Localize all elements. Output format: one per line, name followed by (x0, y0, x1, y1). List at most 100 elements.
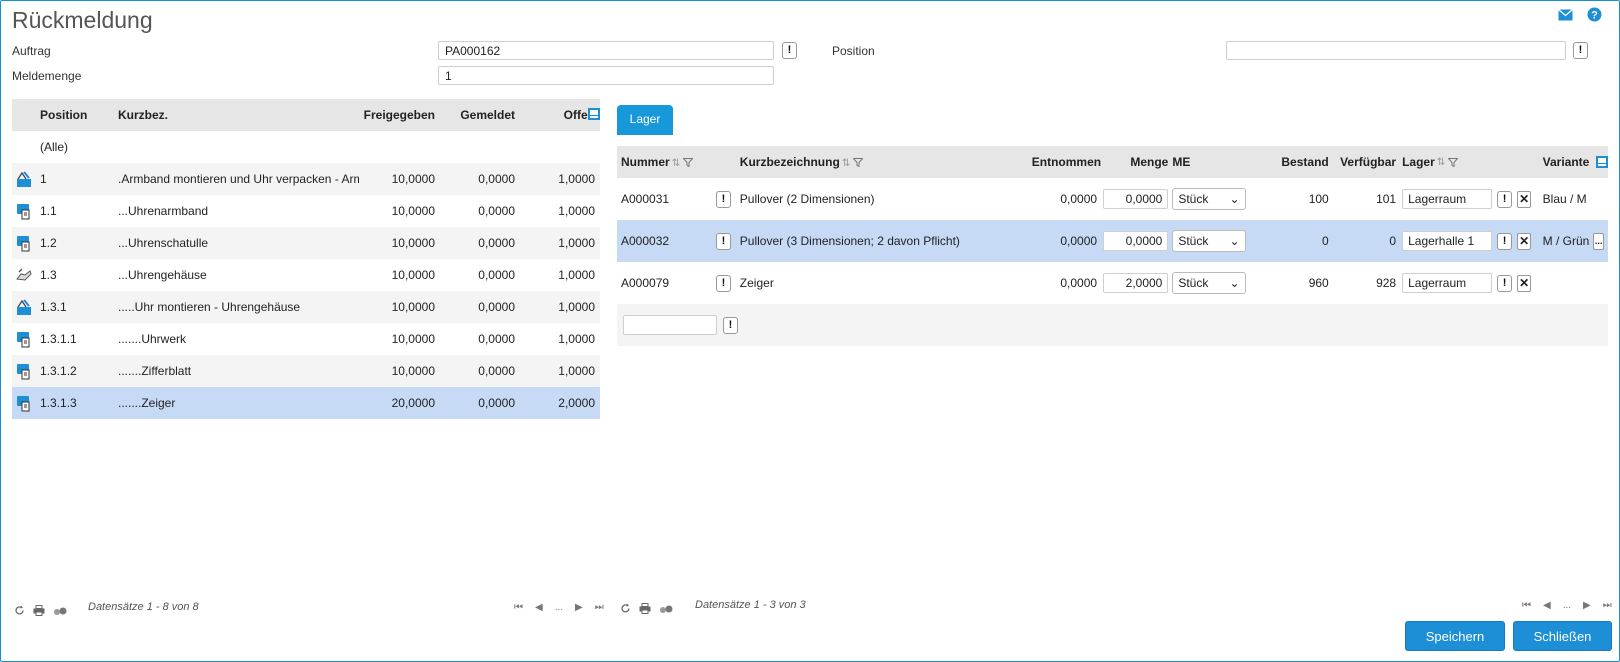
auftrag-input[interactable]: PA000162 (438, 41, 774, 60)
me-select[interactable]: Stück ⌄ (1172, 188, 1246, 210)
cell-nummer: A000031 (621, 192, 670, 206)
chevron-down-icon: ⌄ (1229, 192, 1240, 206)
table-row[interactable]: A000079! Zeiger 0,0000 2,0000 Stück ⌄ 960 928 La… (617, 262, 1608, 304)
column-chooser-icon[interactable] (588, 108, 600, 123)
settings-icon[interactable] (53, 605, 67, 619)
print-icon[interactable] (33, 605, 45, 619)
col-nummer[interactable]: Nummer (621, 155, 670, 169)
filter-icon[interactable] (853, 158, 864, 168)
lager-input[interactable]: Lagerraum (1402, 189, 1493, 209)
table-row[interactable]: 1.3.1 .....Uhr montieren - Uhrengehäuse 10… (12, 291, 600, 323)
refresh-icon[interactable] (14, 605, 25, 619)
cell-offen: 1,0000 (558, 236, 595, 250)
cell-offen: 1,0000 (558, 204, 595, 218)
col-me[interactable]: ME (1170, 155, 1247, 169)
me-select[interactable]: Stück ⌄ (1172, 230, 1246, 252)
filter-icon[interactable] (683, 158, 694, 168)
table-row[interactable]: 1.3.1.2 .......Zifferblatt 10,0000 0,0000 1,… (12, 355, 600, 387)
cell-gemeldet: 0,0000 (478, 204, 515, 218)
tab-lager[interactable]: Lager (617, 105, 673, 135)
position-warning-button[interactable]: ! (1573, 42, 1588, 59)
lager-warning-button[interactable]: ! (1497, 232, 1513, 250)
cell-offen: 2,0000 (558, 396, 595, 410)
last-page-icon[interactable]: ⏭ (1603, 600, 1612, 611)
clear-icon[interactable]: ✕ (1517, 274, 1532, 292)
column-chooser-icon[interactable] (1596, 156, 1608, 171)
next-page-icon[interactable]: ▶ (1583, 600, 1591, 611)
clear-icon[interactable]: ✕ (1517, 190, 1532, 208)
new-nummer-input[interactable] (623, 315, 717, 335)
last-page-icon[interactable]: ⏭ (595, 602, 604, 613)
table-row[interactable]: 1.3.1.1 .......Uhrwerk 10,0000 0,0000 1,0000 (12, 323, 600, 355)
new-row-warning-button[interactable]: ! (723, 316, 738, 334)
prev-page-icon[interactable]: ◀ (1543, 600, 1551, 611)
mail-icon[interactable] (1558, 8, 1573, 24)
menge-input[interactable]: 2,0000 (1103, 273, 1169, 293)
table-row[interactable]: 1 .Armband montieren und Uhr verpacken - … (12, 163, 600, 195)
filter-icon[interactable] (1448, 157, 1459, 167)
prev-page-icon[interactable]: ◀ (535, 602, 543, 613)
clear-icon[interactable]: ✕ (1517, 232, 1532, 250)
refresh-icon[interactable] (620, 603, 631, 617)
table-row[interactable]: A000032! Pullover (3 Dimensionen; 2 davon… (617, 220, 1608, 262)
lager-input[interactable]: Lagerraum (1402, 273, 1493, 293)
cell-position: 1 (40, 172, 47, 186)
col-lager[interactable]: Lager (1402, 155, 1435, 169)
col-position[interactable]: Position (36, 108, 114, 122)
page-ellipsis[interactable]: ... (555, 602, 563, 613)
cell-kurzbez: .......Zifferblatt (118, 364, 192, 378)
sort-icon[interactable]: ⇅ (1437, 157, 1445, 168)
save-button[interactable]: Speichern (1405, 621, 1505, 651)
variante-more-button[interactable]: ... (1593, 232, 1604, 250)
sort-icon[interactable]: ⇅ (842, 158, 850, 169)
table-row[interactable]: 1.3.1.3 .......Zeiger 20,0000 0,0000 2,0000 (12, 387, 600, 419)
warning-button[interactable]: ! (716, 232, 732, 250)
first-page-icon[interactable]: ⏮ (1522, 600, 1531, 611)
col-kurzbez[interactable]: Kurzbez. (114, 108, 359, 122)
cell-nummer: A000032 (621, 234, 670, 248)
position-input[interactable] (1226, 41, 1566, 60)
col-gemeldet[interactable]: Gemeldet (439, 108, 519, 122)
lager-warning-button[interactable]: ! (1497, 190, 1513, 208)
close-button[interactable]: Schließen (1513, 621, 1612, 651)
col-bestand[interactable]: Bestand (1248, 155, 1333, 169)
print-icon[interactable] (639, 603, 651, 617)
new-row: ! (617, 304, 1608, 346)
settings-icon[interactable] (659, 603, 673, 617)
lager-warning-button[interactable]: ! (1497, 274, 1513, 292)
warning-button[interactable]: ! (716, 274, 732, 292)
cell-gemeldet: 0,0000 (478, 300, 515, 314)
page-ellipsis[interactable]: ... (1563, 600, 1571, 611)
cell-gemeldet: 0,0000 (478, 332, 515, 346)
table-row[interactable]: A000031! Pullover (2 Dimensionen) 0,0000 0,… (617, 178, 1608, 220)
lager-input[interactable]: Lagerhalle 1 (1402, 231, 1493, 251)
cell-kurzbez: .....Uhr montieren - Uhrengehäuse (118, 300, 301, 314)
sort-icon[interactable]: ⇅ (672, 158, 680, 169)
top-icons: ? (1558, 7, 1602, 25)
col-entnommen[interactable]: Entnommen (1028, 155, 1101, 169)
table-row[interactable]: 1.1 ...Uhrenarmband 10,0000 0,0000 1,0000 (12, 195, 600, 227)
meldemenge-input[interactable]: 1 (438, 66, 774, 85)
warning-button[interactable]: ! (716, 190, 732, 208)
col-offen[interactable]: Offen (519, 108, 599, 122)
list-item-all[interactable]: (Alle) (12, 131, 600, 163)
auftrag-warning-button[interactable]: ! (782, 42, 797, 59)
table-row[interactable]: 1.2 ...Uhrenschatulle 10,0000 0,0000 1,0000 (12, 227, 600, 259)
next-page-icon[interactable]: ▶ (575, 602, 583, 613)
part-icon (12, 202, 36, 220)
col-kurzbezeichnung[interactable]: Kurzbezeichnung (740, 155, 840, 169)
col-verfuegbar[interactable]: Verfügbar (1333, 155, 1400, 169)
me-select[interactable]: Stück ⌄ (1172, 272, 1246, 294)
cell-gemeldet: 0,0000 (478, 396, 515, 410)
cell-verfuegbar: 0 (1389, 234, 1397, 248)
menge-input[interactable]: 0,0000 (1103, 189, 1169, 209)
position-label: Position (832, 44, 875, 58)
cell-offen: 1,0000 (558, 172, 595, 186)
table-row[interactable]: 1.3 ...Uhrengehäuse 10,0000 0,0000 1,0000 (12, 259, 600, 291)
first-page-icon[interactable]: ⏮ (514, 602, 523, 613)
cell-freigegeben: 10,0000 (391, 204, 435, 218)
menge-input[interactable]: 0,0000 (1103, 231, 1169, 251)
help-icon[interactable]: ? (1587, 7, 1602, 25)
col-freigegeben[interactable]: Freigegeben (359, 108, 439, 122)
col-menge[interactable]: Menge (1101, 155, 1170, 169)
